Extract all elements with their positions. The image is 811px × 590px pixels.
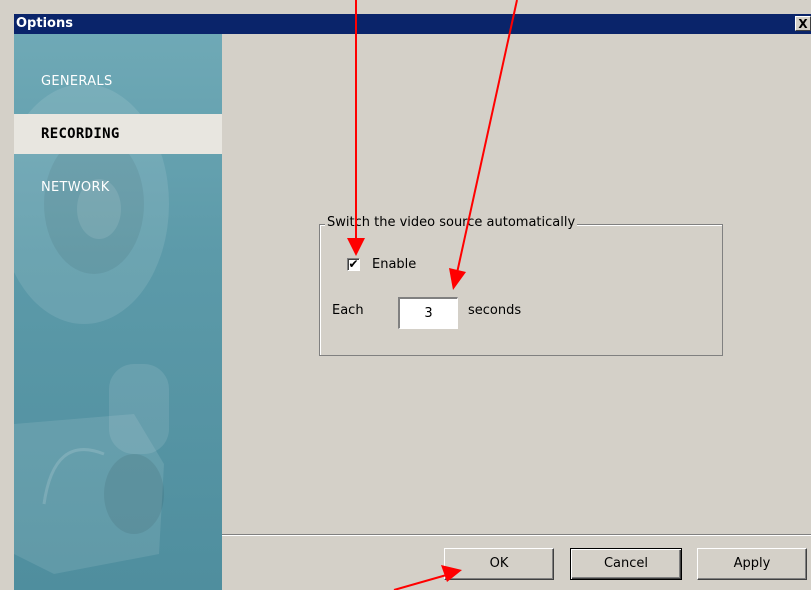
group-title: Switch the video source automatically (325, 215, 578, 230)
close-button[interactable]: X (795, 16, 811, 31)
sidebar-item-recording[interactable]: RECORDING (14, 114, 222, 154)
cancel-button[interactable]: Cancel (570, 548, 682, 580)
sidebar-item-generals[interactable]: GENERALS (41, 74, 113, 89)
each-label: Each (332, 303, 364, 318)
options-dialog: Options X GENERALS RECORDING NETWORK Swi… (0, 0, 811, 590)
button-separator (222, 534, 811, 536)
enable-checkbox[interactable]: ✔ (347, 258, 360, 271)
seconds-label: seconds (468, 303, 522, 318)
interval-seconds-input[interactable] (398, 297, 458, 329)
title-bar: Options X (14, 14, 811, 34)
auto-switch-groupbox (319, 224, 723, 356)
ok-button[interactable]: OK (444, 548, 554, 580)
enable-label[interactable]: Enable (372, 257, 416, 272)
sidebar: GENERALS RECORDING NETWORK (14, 34, 222, 590)
sidebar-item-network[interactable]: NETWORK (41, 180, 110, 195)
window-title: Options (16, 16, 73, 31)
apply-button[interactable]: Apply (697, 548, 807, 580)
